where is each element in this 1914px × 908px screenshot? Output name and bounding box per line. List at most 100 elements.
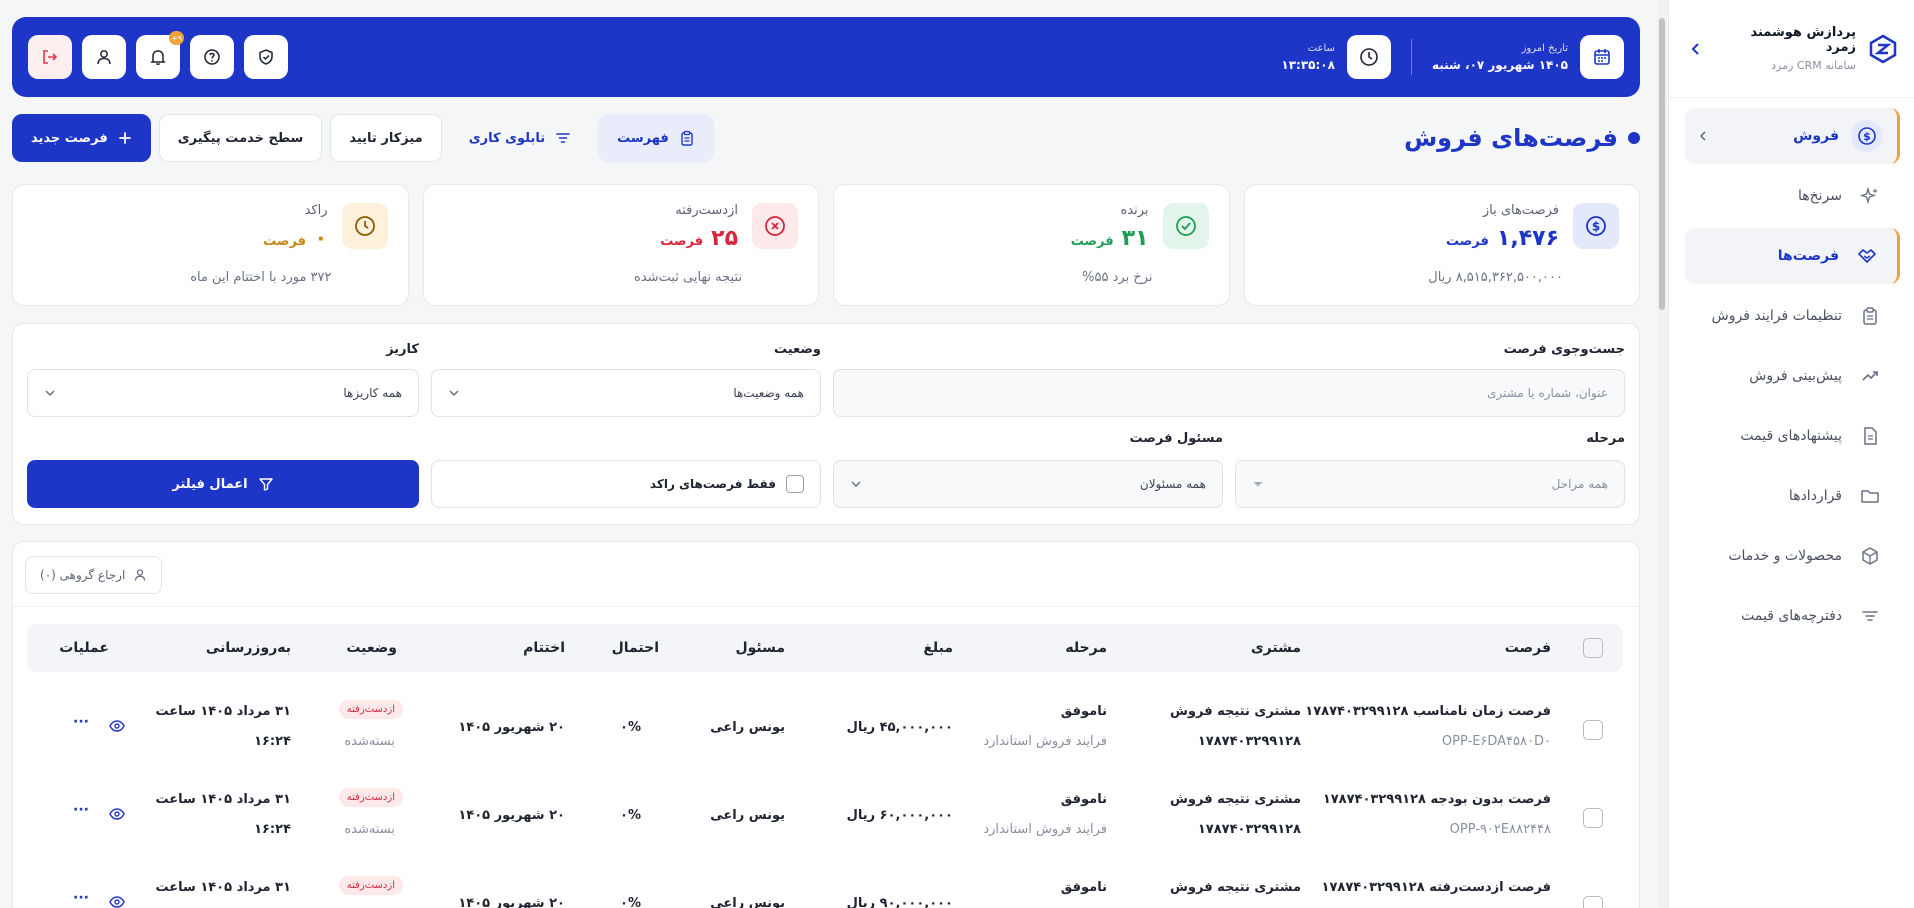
view-icon[interactable] xyxy=(109,808,125,820)
channel-select-value: همه کاریزها xyxy=(343,386,402,400)
shield-check-icon xyxy=(259,49,273,65)
opportunity-title[interactable]: فرصت بدون بودجه ۱۷۸۷۴۰۳۲۹۹۱۲۸ xyxy=(1323,792,1551,807)
col-amount[interactable]: مبلغ xyxy=(923,624,953,672)
channel-select[interactable]: همه کاریزها xyxy=(27,369,419,417)
more-actions-icon[interactable]: ··· xyxy=(73,714,89,730)
sidebar-item-sales[interactable]: $ فروش xyxy=(1685,108,1900,164)
funnel-icon xyxy=(258,478,273,491)
col-actions: عملیات xyxy=(59,640,109,656)
probability: ۰% xyxy=(620,720,641,735)
notifications-button[interactable]: ۹+ xyxy=(136,31,184,79)
stat-card-won: برنده ۳۱ فرصت نرخ برد ۵۵% xyxy=(833,184,1230,306)
opportunity-title[interactable]: فرصت ازدست‌رفته ۱۷۸۷۴۰۳۲۹۹۱۲۸ xyxy=(1322,880,1551,895)
close-date: ۲۰ شهریور ۱۴۰۵ xyxy=(458,808,565,823)
col-close[interactable]: اختتام xyxy=(523,624,565,672)
sla-label: سطح خدمت پیگیری xyxy=(177,130,304,146)
stagnant-only-checkbox[interactable]: فقط فرصت‌های راکد xyxy=(431,460,821,508)
stage-name: ناموفق xyxy=(1060,792,1107,807)
status-select[interactable]: همه وضعیت‌ها xyxy=(431,369,821,417)
table-row[interactable]: فرصت ازدست‌رفته ۱۷۸۷۴۰۳۲۹۹۱۲۸ مشتری نتیج… xyxy=(27,862,1623,908)
svg-text:$: $ xyxy=(1592,220,1600,234)
more-actions-icon[interactable]: ··· xyxy=(73,802,89,818)
select-all-checkbox[interactable] xyxy=(1583,638,1603,658)
view-icon[interactable] xyxy=(109,720,125,732)
col-opportunity[interactable]: فرصت xyxy=(1505,624,1551,672)
owner-select[interactable]: همه مسئولان xyxy=(833,460,1223,508)
col-updated[interactable]: به‌روزرسانی xyxy=(206,624,291,672)
table-row[interactable]: فرصت زمان نامناسب ۱۷۸۷۴۰۳۲۹۹۱۲۸ OPP-E۶DA… xyxy=(27,686,1623,774)
opportunity-title[interactable]: فرصت زمان نامناسب ۱۷۸۷۴۰۳۲۹۹۱۲۸ xyxy=(1305,704,1551,719)
col-customer[interactable]: مشتری xyxy=(1251,624,1301,672)
amount: ۹۰,۰۰۰,۰۰۰ ریال xyxy=(846,896,953,908)
stat-unit: فرصت xyxy=(1070,234,1114,249)
row-checkbox[interactable] xyxy=(1583,808,1603,828)
owner: یونس راعی xyxy=(710,896,785,908)
top-bar: تاریخ امروز ۱۴۰۵ شهریور ۰۷، شنبه ساعت ۱۳… xyxy=(12,17,1640,97)
stage-name: ناموفق xyxy=(1060,704,1107,719)
apply-filter-button[interactable]: اعمال فیلتر xyxy=(27,460,419,508)
collapse-sidebar-button[interactable] xyxy=(1683,42,1707,56)
scrollbar-thumb[interactable] xyxy=(1659,18,1665,310)
x-circle-icon xyxy=(752,203,798,249)
status-text: بسته‌شده xyxy=(344,822,395,837)
logout-button[interactable] xyxy=(28,35,72,79)
list-view-button[interactable]: فهرست xyxy=(598,114,714,162)
stage-select[interactable]: همه مراحل xyxy=(1235,460,1625,508)
pipeline-name: فرایند فروش استاندارد xyxy=(983,734,1107,749)
stat-unit: فرصت xyxy=(1445,234,1489,249)
sidebar-item-sales-process-settings[interactable]: تنظیمات فرایند فروش xyxy=(1685,288,1900,344)
status-badge: ازدست‌رفته xyxy=(338,876,403,895)
opportunities-table: ارجاع گروهی (۰) فرصت مشتری مرحله مبلغ مس… xyxy=(12,541,1640,908)
security-button[interactable] xyxy=(244,35,288,79)
sla-button[interactable]: سطح خدمت پیگیری xyxy=(158,114,323,162)
kanban-view-button[interactable]: تابلوی کاری xyxy=(450,114,590,162)
sidebar-item-quotes[interactable]: پیشنهادهای قیمت xyxy=(1685,408,1900,464)
sidebar-item-products[interactable]: محصولات و خدمات xyxy=(1685,528,1900,584)
new-opportunity-button[interactable]: فرصت جدید xyxy=(12,114,151,162)
chevron-down-icon xyxy=(44,389,56,397)
sidebar-item-label: فروش xyxy=(1793,128,1839,144)
col-status[interactable]: وضعیت xyxy=(346,624,397,672)
divider xyxy=(1410,39,1412,75)
user-icon xyxy=(97,50,111,65)
sidebar-item-leads[interactable]: سرنخ‌ها xyxy=(1685,168,1900,224)
more-actions-icon[interactable]: ··· xyxy=(73,890,89,906)
stats-row: $ فرصت‌های باز ۱,۴۷۶ فرصت ۸,۵۱۵,۳۶۲,۵۰۰,۰… xyxy=(12,184,1640,306)
page-scrollbar[interactable] xyxy=(1657,0,1667,908)
sidebar-item-label: تنظیمات فرایند فروش xyxy=(1711,308,1842,324)
bulk-assign-label: ارجاع گروهی (۰) xyxy=(40,568,126,582)
row-checkbox[interactable] xyxy=(1583,720,1603,740)
sidebar-item-opportunities[interactable]: فرصت‌ها xyxy=(1685,228,1900,284)
col-stage[interactable]: مرحله xyxy=(1065,624,1107,672)
table-row[interactable]: فرصت بدون بودجه ۱۷۸۷۴۰۳۲۹۹۱۲۸ OPP-۹۰۲E۸۸… xyxy=(27,774,1623,862)
help-button[interactable] xyxy=(190,35,234,79)
row-checkbox[interactable] xyxy=(1583,896,1603,908)
stat-label: برنده xyxy=(1120,203,1149,218)
customer-code: ۱۷۸۷۴۰۳۲۹۹۱۲۸ xyxy=(1197,734,1301,749)
sidebar-item-contracts[interactable]: قراردادها xyxy=(1685,468,1900,524)
list-view-label: فهرست xyxy=(617,130,669,146)
profile-button[interactable] xyxy=(82,35,126,79)
document-icon xyxy=(1854,420,1886,452)
checkbox[interactable] xyxy=(786,475,804,493)
filter-lines-icon xyxy=(556,133,570,143)
bulk-assign-button[interactable]: ارجاع گروهی (۰) xyxy=(25,556,163,594)
amount: ۶۰,۰۰۰,۰۰۰ ریال xyxy=(846,808,953,823)
col-probability[interactable]: احتمال xyxy=(612,624,659,672)
col-owner[interactable]: مسئول xyxy=(735,624,785,672)
calendar-icon xyxy=(1580,35,1624,79)
filters-panel: جست‌وجوی فرصت عنوان، شماره یا مشتری وضعی… xyxy=(12,323,1640,525)
notification-badge: ۹+ xyxy=(169,31,184,45)
updated-date: ۳۱ مرداد ۱۴۰۵ ساعت xyxy=(155,880,291,895)
stat-subtext: ۳۷۲ مورد با اختتام این ماه xyxy=(190,270,332,285)
filter-lines-icon xyxy=(1854,600,1886,632)
logout-icon xyxy=(43,50,58,64)
approval-desk-button[interactable]: میزکار تایید xyxy=(330,114,442,162)
sidebar-item-forecast[interactable]: پیش‌بینی فروش xyxy=(1685,348,1900,404)
view-icon[interactable] xyxy=(109,896,125,908)
clipboard-icon xyxy=(681,130,693,146)
stat-value: ۲۵ xyxy=(711,226,738,251)
date-label: تاریخ امروز xyxy=(1521,42,1568,54)
sidebar-item-price-books[interactable]: دفترچه‌های قیمت xyxy=(1685,588,1900,644)
search-input[interactable]: عنوان، شماره یا مشتری xyxy=(833,369,1625,417)
